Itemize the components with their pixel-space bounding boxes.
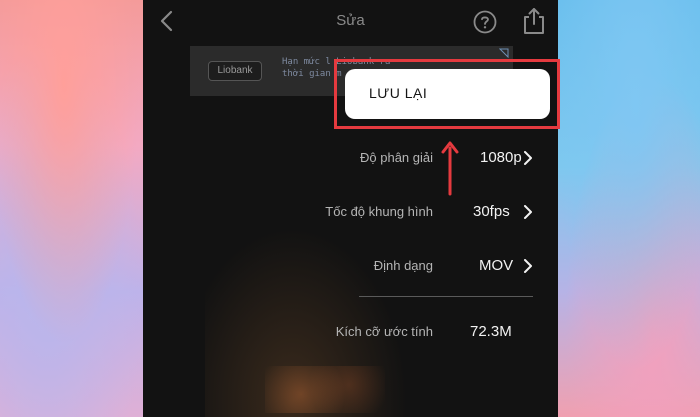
fireworks-preview [265, 366, 385, 413]
frame-rate-label: Tốc độ khung hình [325, 204, 433, 219]
arrow-up-icon [441, 141, 459, 196]
save-button[interactable]: LƯU LẠI [345, 69, 550, 119]
chevron-right-icon[interactable] [523, 259, 533, 273]
ad-info-icon[interactable] [499, 48, 509, 58]
resolution-value[interactable]: 1080p [480, 149, 522, 166]
chevron-right-icon[interactable] [523, 205, 533, 219]
format-label: Định dạng [373, 258, 433, 273]
divider [359, 296, 533, 297]
frame-rate-value[interactable]: 30fps [473, 203, 510, 220]
share-icon[interactable] [521, 7, 547, 35]
background-left [0, 0, 160, 417]
resolution-label: Độ phân giải [360, 150, 433, 165]
background-right [540, 0, 700, 417]
save-button-label: LƯU LẠI [369, 85, 428, 101]
help-icon[interactable] [473, 10, 497, 34]
top-bar: Sửa [143, 0, 558, 44]
format-value[interactable]: MOV [479, 257, 513, 274]
ad-logo: Liobank [208, 61, 262, 81]
chevron-right-icon[interactable] [523, 151, 533, 165]
estimated-size-value: 72.3M [470, 323, 512, 340]
estimated-size-label: Kích cỡ ước tính [335, 324, 433, 339]
